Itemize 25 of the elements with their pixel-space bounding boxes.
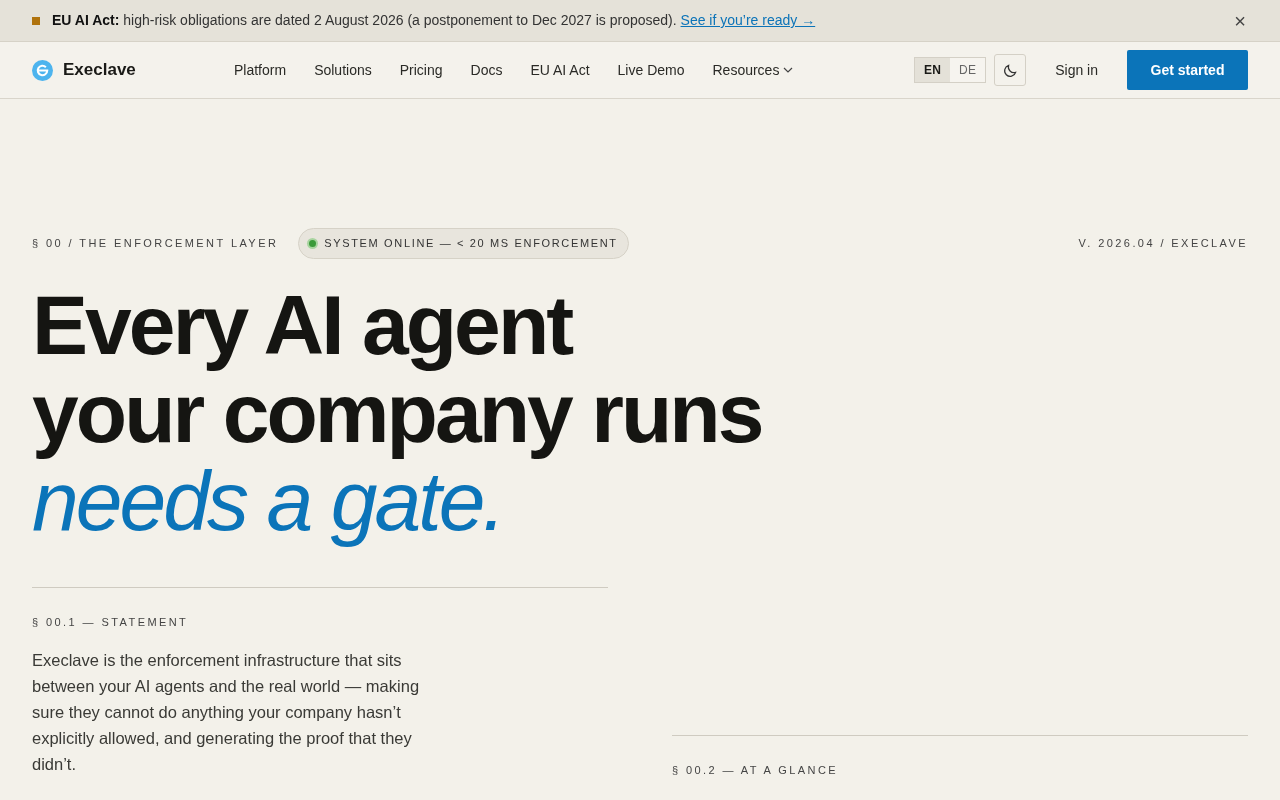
square-icon	[32, 16, 40, 25]
nav-link[interactable]: EU AI Act	[530, 59, 590, 81]
statement-text: Execlave is the enforcement infrastructure that sits between your AI agents and the real world — making sure they cannot do anything your company hasn’t explicitly allowed, and generating the proof that they didn’t.	[32, 649, 421, 775]
version-label: V. 2026.04 / EXECLAVE	[1078, 235, 1248, 251]
theme-toggle-button[interactable]	[994, 54, 1027, 86]
status-text: SYSTEM ONLINE — < 20 MS ENFORCEMENT	[324, 235, 618, 251]
moon-icon	[1002, 62, 1018, 78]
get-started-button[interactable]: Get started	[1127, 50, 1248, 90]
glance-label: § 00.2 — AT A GLANCE	[672, 763, 839, 778]
announcement-text: EU AI Act: high-risk obligations are dated 2 August 2026 (a postponement to Dec 2027 is proposed). See if you’re ready →	[52, 11, 816, 30]
brand-name: Execlave	[63, 59, 137, 82]
ready-link[interactable]: See if you’re ready →	[680, 12, 816, 28]
nav-link[interactable]: Solutions	[314, 59, 372, 81]
nav-link[interactable]: Platform	[234, 59, 287, 81]
nav-link[interactable]: Pricing	[399, 59, 443, 81]
nav-link[interactable]: Resources	[712, 59, 794, 81]
nav-link[interactable]: Docs	[470, 59, 503, 81]
close-button[interactable]: ×	[1234, 10, 1246, 31]
section-label: § 00 / THE ENFORCEMENT LAYER	[32, 235, 279, 251]
nav-link[interactable]: Live Demo	[617, 59, 685, 81]
sign-in-button[interactable]: Sign in	[1055, 59, 1098, 81]
language-toggle[interactable]: EN	[915, 58, 951, 82]
hero-headline: Every AI agent your company runs needs a gate.	[32, 281, 763, 545]
statement-label: § 00.1 — STATEMENT	[32, 615, 190, 630]
logo-icon	[32, 59, 53, 81]
